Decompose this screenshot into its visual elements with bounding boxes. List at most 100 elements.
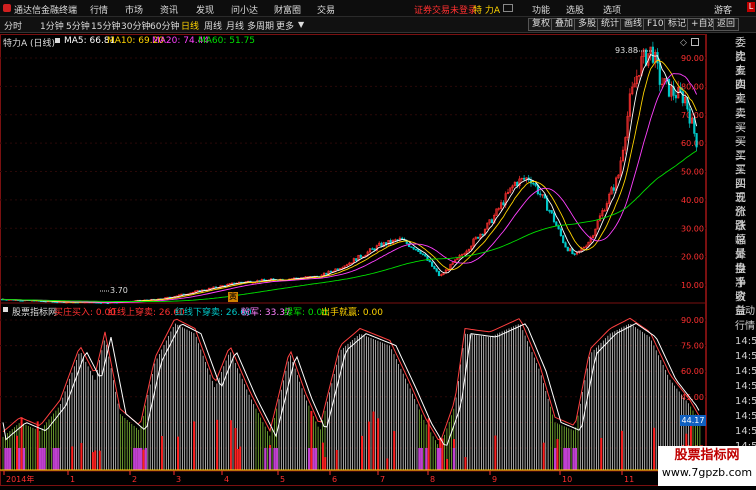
candle-body	[19, 300, 22, 302]
tick-row-3[interactable]: 14:5	[735, 351, 756, 363]
signal-bar	[239, 446, 242, 470]
x-label: 10	[562, 475, 572, 484]
signal-bar	[464, 457, 467, 470]
signal-bar	[98, 450, 101, 470]
kline-chart[interactable]: 90.0080.0070.0060.0050.0040.0030.0020.00…	[0, 34, 706, 486]
tick-row-1[interactable]: 行情	[735, 321, 755, 333]
signal-bar	[600, 437, 603, 470]
window-icon[interactable]	[503, 4, 513, 12]
candle-body	[424, 254, 427, 257]
candle-body	[490, 219, 494, 224]
menu-hangqing[interactable]: 行情	[90, 3, 108, 16]
signal-bar	[377, 418, 380, 470]
settings-square-icon[interactable]	[55, 38, 60, 43]
low-price-label: 3.70	[110, 286, 128, 295]
menu-caifuquan[interactable]: 财富圈	[274, 3, 301, 16]
candle-body	[336, 268, 339, 270]
x-label: 4	[224, 475, 229, 484]
pink-bar	[43, 448, 46, 470]
login-warning[interactable]: 证券交易未登录	[414, 3, 477, 16]
indicator-name[interactable]: 股票指标网	[12, 305, 57, 318]
tick-row-5[interactable]: 14:5	[735, 381, 756, 393]
period-30min[interactable]: 30分钟	[121, 19, 150, 32]
period-1min[interactable]: 1分钟	[40, 19, 64, 32]
menu-zixun[interactable]: 资讯	[160, 3, 178, 16]
candle-body	[516, 181, 519, 187]
candle-body	[695, 133, 698, 148]
menu-xuanxiang[interactable]: 选项	[603, 3, 621, 16]
back-button[interactable]: 返回	[713, 18, 740, 31]
diamond-icon[interactable]: ◇	[680, 38, 687, 48]
candle-body	[214, 286, 218, 288]
indicator-settings-icon[interactable]	[3, 307, 8, 312]
menu-faxian[interactable]: 发现	[196, 3, 214, 16]
period-daily[interactable]: 日线	[181, 19, 199, 32]
candle-body	[674, 95, 677, 99]
signal-bar	[393, 430, 396, 470]
candle-body	[433, 266, 436, 270]
period-15min[interactable]: 15分钟	[91, 19, 120, 32]
candle-body	[522, 177, 526, 180]
maximize-icon[interactable]	[691, 38, 699, 46]
candle-body	[564, 242, 567, 248]
period-fenshi[interactable]: 分时	[4, 19, 22, 32]
price-tick: 10.00	[681, 281, 704, 290]
quote-panel: L 委比 卖五 卖四 卖三 卖二 卖一 买一 买二 买三 买四 买五 现价 涨跌 涨幅 总量 外盘 换手 净资 收益…	[706, 2, 756, 486]
menu-wenxiaoda[interactable]: 问小达	[231, 3, 258, 16]
signal-bar	[177, 436, 179, 470]
menu-xuangu[interactable]: 选股	[566, 3, 584, 16]
pink-bar	[273, 448, 276, 470]
candle-body	[658, 62, 661, 85]
candle-body	[421, 253, 425, 255]
menu-youke[interactable]: 游客	[714, 3, 732, 16]
app-logo-icon	[3, 4, 11, 12]
level-badge: L	[747, 2, 755, 12]
event-marker[interactable]: 寅	[228, 292, 238, 302]
candle-body	[419, 251, 422, 255]
candle-body	[534, 183, 537, 186]
tick-row-2[interactable]: 14:5	[735, 336, 756, 348]
app-title: 通达信金融终端	[14, 6, 78, 16]
menu-gongneng[interactable]: 功能	[532, 3, 550, 16]
candle-body	[437, 271, 441, 276]
period-weekly[interactable]: 周线	[204, 19, 222, 32]
candle-body	[536, 185, 539, 195]
watermark: 股票指标网 www.7gpzb.com	[658, 446, 756, 486]
candle-body	[612, 187, 615, 191]
period-5min[interactable]: 5分钟	[66, 19, 90, 32]
tick-row-6[interactable]: 14:5	[735, 396, 756, 408]
chart-area[interactable]: 90.00 80.00 70.00 60.00 50.00 40.00 30.00 20.00…	[0, 34, 706, 486]
current-value-badge: 44.17	[680, 415, 706, 426]
period-more[interactable]: 更多	[276, 19, 294, 32]
candle-body	[502, 202, 505, 206]
indicator-label-1: 买庄买入: 0.00	[54, 308, 116, 318]
signal-bar	[324, 457, 327, 470]
indicator-label-2: 红线上穿卖: 26.60	[108, 308, 185, 318]
tick-row-4[interactable]: 14:5	[735, 366, 756, 378]
signal-bar	[556, 438, 559, 470]
menu-shichang[interactable]: 市场	[125, 3, 143, 16]
more-arrow-icon[interactable]: ▼	[298, 20, 304, 29]
signal-bar	[36, 421, 39, 470]
tick-row-0[interactable]: 自动	[735, 306, 755, 318]
tick-row-8[interactable]: 14:5	[735, 426, 756, 438]
candle-body	[545, 197, 549, 211]
period-monthly[interactable]: 月线	[226, 19, 244, 32]
ind-tick: 60.00	[681, 367, 704, 376]
x-label: 9	[492, 475, 497, 484]
candle-body	[562, 235, 565, 244]
candle-body	[651, 46, 654, 63]
tick-row-7[interactable]: 14:5	[735, 411, 756, 423]
candle-body	[263, 279, 266, 281]
period-multi[interactable]: 多周期	[247, 19, 274, 32]
candle-body	[355, 258, 358, 262]
candle-body	[688, 108, 691, 124]
candle-body	[435, 268, 438, 272]
menu-jiaoyi[interactable]: 交易	[317, 3, 335, 16]
period-60min[interactable]: 60分钟	[150, 19, 179, 32]
watermark-url: www.7gpzb.com	[661, 466, 753, 479]
signal-bar	[94, 450, 97, 470]
candle-body	[681, 91, 684, 104]
pink-bar	[312, 448, 315, 470]
pink-bar	[8, 448, 12, 470]
